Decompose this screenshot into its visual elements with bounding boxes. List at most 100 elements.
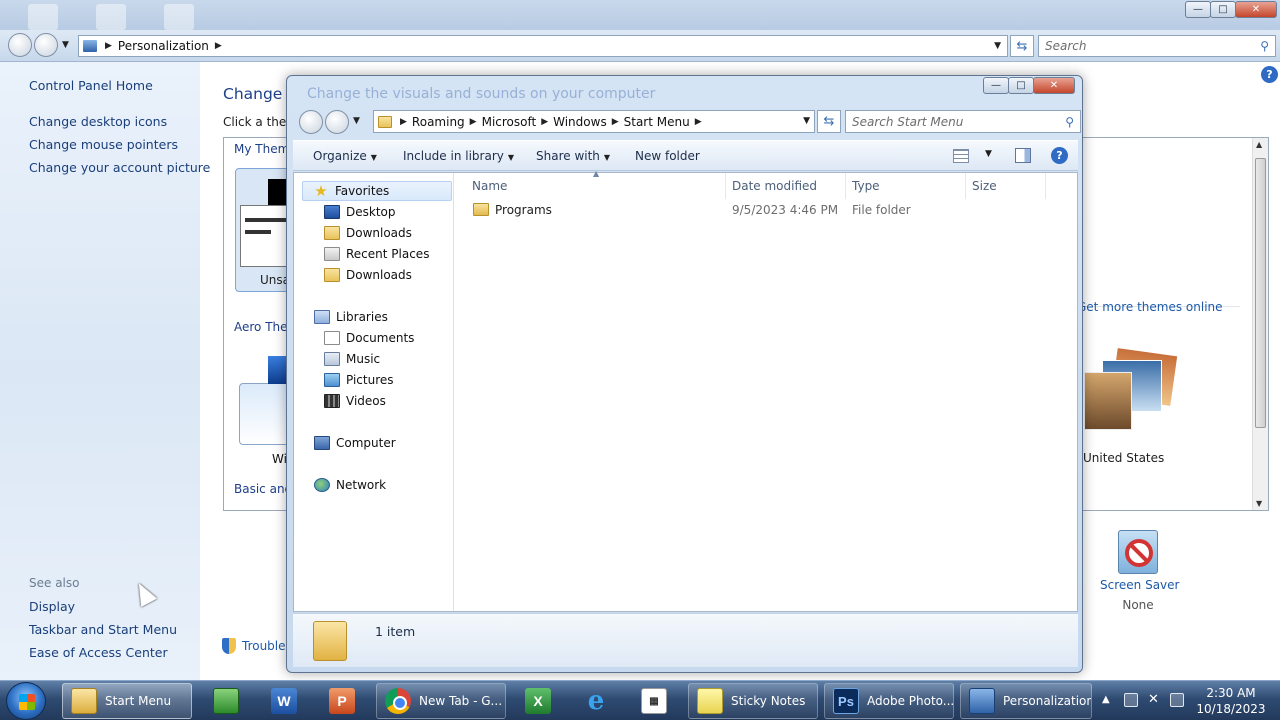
display-link[interactable]: Display: [29, 599, 75, 614]
nav-pictures[interactable]: Pictures: [324, 370, 394, 390]
minimize-button[interactable]: —: [1185, 1, 1211, 18]
nav-recent-places[interactable]: Recent Places: [324, 244, 429, 264]
screen-saver-icon: [1118, 530, 1158, 574]
back-button[interactable]: [299, 110, 323, 134]
nav-computer[interactable]: Computer: [314, 433, 396, 453]
breadcrumb-windows[interactable]: Windows: [553, 115, 607, 129]
recent-pages-icon[interactable]: ▼: [353, 116, 360, 126]
nav-videos[interactable]: Videos: [324, 391, 386, 411]
taskbar-personalization[interactable]: Personalization: [960, 683, 1092, 719]
details-pane: 1 item: [293, 613, 1078, 667]
united-states-theme[interactable]: [1084, 348, 1178, 430]
nav-desktop[interactable]: Desktop: [324, 202, 396, 222]
change-view-icon[interactable]: [953, 149, 969, 163]
troubleshoot-link[interactable]: Trouble: [222, 638, 286, 654]
taskbar-excel[interactable]: X: [512, 683, 564, 719]
chevron-right-icon[interactable]: ▶: [215, 41, 222, 51]
bg-address-bar[interactable]: ▶ Personalization ▶ ▼: [78, 35, 1008, 57]
share-with-button[interactable]: Share with ▼: [536, 149, 610, 163]
refresh-button[interactable]: ⇆: [817, 110, 841, 133]
action-center-icon[interactable]: [1124, 693, 1138, 707]
chevron-down-icon[interactable]: ▼: [803, 116, 810, 126]
change-mouse-pointers-link[interactable]: Change mouse pointers: [29, 137, 178, 152]
forward-button[interactable]: [325, 110, 349, 134]
troubleshoot-label[interactable]: Trouble: [242, 639, 286, 653]
taskbar-photoshop[interactable]: Ps Adobe Photo...: [824, 683, 954, 719]
back-button[interactable]: [8, 33, 32, 57]
chevron-right-icon[interactable]: ▶: [470, 117, 477, 127]
taskbar-task-manager[interactable]: [200, 683, 252, 719]
chevron-down-icon[interactable]: ▼: [994, 41, 1001, 51]
close-button[interactable]: ✕: [1235, 1, 1277, 18]
screen-saver-label[interactable]: Screen Saver: [1100, 578, 1179, 592]
taskbar-powerpoint[interactable]: P: [316, 683, 368, 719]
change-account-picture-link[interactable]: Change your account picture: [29, 160, 210, 175]
chevron-right-icon[interactable]: ▶: [695, 117, 702, 127]
help-icon[interactable]: ?: [1051, 147, 1068, 164]
column-type[interactable]: Type: [846, 173, 966, 199]
column-size[interactable]: Size: [966, 173, 1046, 199]
screen-saver-setting[interactable]: Screen Saver None: [1100, 530, 1179, 612]
taskbar-internet-explorer[interactable]: e: [570, 683, 622, 719]
close-button[interactable]: ✕: [1033, 77, 1075, 94]
nav-downloads-2[interactable]: Downloads: [324, 265, 412, 285]
start-button[interactable]: [6, 682, 46, 720]
nav-network[interactable]: Network: [314, 475, 386, 495]
show-hidden-icons-icon[interactable]: ▲: [1102, 694, 1110, 705]
taskbar-calendar[interactable]: ▦: [628, 683, 680, 719]
scroll-thumb[interactable]: [1255, 158, 1266, 428]
minimize-button[interactable]: —: [983, 77, 1009, 94]
breadcrumb-start-menu[interactable]: Start Menu: [624, 115, 690, 129]
maximize-button[interactable]: □: [1008, 77, 1034, 94]
breadcrumb-roaming[interactable]: Roaming: [412, 115, 465, 129]
preview-pane-icon[interactable]: [1015, 148, 1031, 163]
taskbar-word[interactable]: W: [258, 683, 310, 719]
include-in-library-button[interactable]: Include in library ▼: [403, 149, 514, 163]
volume-muted-icon[interactable]: ✕: [1148, 693, 1162, 707]
themes-scrollbar[interactable]: ▲ ▼: [1252, 138, 1268, 510]
nav-downloads[interactable]: Downloads: [324, 223, 412, 243]
refresh-button[interactable]: ⇆: [1010, 35, 1034, 57]
scroll-down-icon[interactable]: ▼: [1256, 499, 1262, 508]
clock[interactable]: 2:30 AM 10/18/2023: [1194, 685, 1268, 717]
chevron-right-icon[interactable]: ▶: [400, 117, 407, 127]
scroll-up-icon[interactable]: ▲: [1256, 140, 1262, 149]
taskbar-sticky-notes[interactable]: Sticky Notes: [688, 683, 818, 719]
column-name[interactable]: Name: [455, 173, 726, 199]
breadcrumb-personalization[interactable]: Personalization: [118, 39, 209, 53]
taskbar-start-menu-link[interactable]: Taskbar and Start Menu: [29, 622, 177, 637]
search-icon[interactable]: ⚲: [1260, 39, 1269, 53]
change-desktop-icons-link[interactable]: Change desktop icons: [29, 114, 167, 129]
ease-of-access-link[interactable]: Ease of Access Center: [29, 645, 168, 660]
maximize-button[interactable]: □: [1210, 1, 1236, 18]
recent-pages-icon[interactable]: ▼: [62, 40, 69, 50]
chevron-right-icon[interactable]: ▶: [105, 41, 112, 51]
chevron-right-icon[interactable]: ▶: [612, 117, 619, 127]
nav-favorites[interactable]: ★ Favorites: [302, 181, 452, 201]
taskbar-chrome[interactable]: New Tab - G...: [376, 683, 506, 719]
chevron-down-icon[interactable]: ▼: [985, 149, 992, 159]
column-date-modified[interactable]: Date modified: [726, 173, 846, 199]
new-folder-button[interactable]: New folder: [635, 149, 700, 163]
explorer-address-bar[interactable]: ▶ Roaming ▶ Microsoft ▶ Windows ▶ Start …: [373, 110, 815, 133]
search-icon[interactable]: ⚲: [1065, 115, 1074, 129]
nav-libraries[interactable]: Libraries: [314, 307, 388, 327]
chevron-right-icon[interactable]: ▶: [541, 117, 548, 127]
taskbar-start-menu[interactable]: Start Menu: [62, 683, 192, 719]
windows-theme[interactable]: [239, 383, 293, 445]
control-panel-home-link[interactable]: Control Panel Home: [29, 78, 153, 93]
organize-button[interactable]: Organize ▼: [313, 149, 377, 163]
network-tray-icon[interactable]: [1170, 693, 1184, 707]
united-states-theme-label: United States: [1083, 451, 1165, 465]
get-more-themes-link[interactable]: Get more themes online: [1077, 300, 1223, 314]
network-icon: [314, 478, 330, 492]
breadcrumb-microsoft[interactable]: Microsoft: [482, 115, 537, 129]
control-panel-icon: [83, 40, 97, 52]
nav-music[interactable]: Music: [324, 349, 380, 369]
row-name[interactable]: Programs: [473, 203, 552, 217]
nav-documents[interactable]: Documents: [324, 328, 414, 348]
help-icon[interactable]: ?: [1261, 66, 1278, 83]
bg-search-input[interactable]: Search ⚲: [1038, 35, 1276, 57]
forward-button[interactable]: [34, 33, 58, 57]
explorer-search-input[interactable]: Search Start Menu ⚲: [845, 110, 1081, 133]
